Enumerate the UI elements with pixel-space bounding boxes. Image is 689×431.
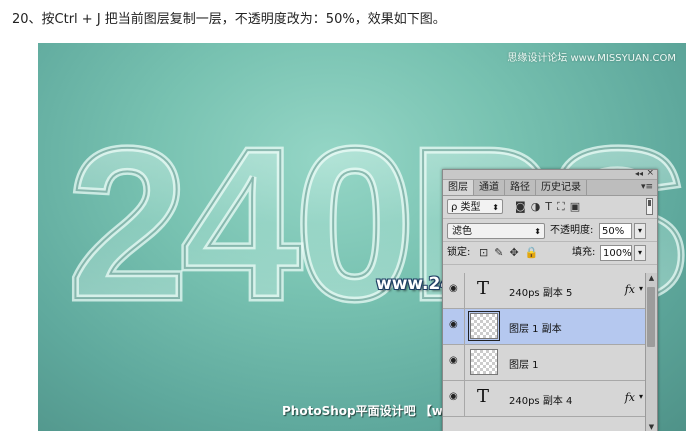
shape-filter-icon[interactable]: ⛶ <box>557 199 565 214</box>
eye-icon[interactable]: ◉ <box>449 356 461 366</box>
fill-label: 填充: <box>572 247 596 258</box>
scroll-up-arrow-icon[interactable]: ▲ <box>646 273 657 283</box>
lock-label: 锁定: <box>447 247 471 258</box>
fill-slider-button[interactable]: ▾ <box>634 245 646 261</box>
opacity-label: 不透明度: <box>550 225 594 236</box>
adjustment-filter-icon[interactable]: ◑ <box>531 199 541 214</box>
chevron-updown-icon: ⬍ <box>492 203 499 212</box>
opacity-slider-button[interactable]: ▾ <box>634 223 646 239</box>
layer-name: 240ps 副本 5 <box>509 288 573 299</box>
blend-row: 滤色 ⬍ 不透明度: 50% ▾ <box>443 219 657 242</box>
panel-title-bar[interactable]: ◂◂ × <box>443 170 657 180</box>
filter-toggle-switch[interactable] <box>646 198 653 215</box>
panel-menu-icon[interactable]: ▾≡ <box>641 180 653 195</box>
site-credit: 思缘设计论坛 www.MISSYUAN.COM <box>507 53 676 64</box>
layer-name: 图层 1 副本 <box>509 324 562 335</box>
text-layer-icon: T <box>477 386 490 407</box>
chevron-down-icon[interactable]: ▾ <box>639 284 643 293</box>
tab-layers[interactable]: 图层 <box>443 180 474 195</box>
tab-history[interactable]: 历史记录 <box>536 180 587 195</box>
filter-type-select[interactable]: ρ 类型 ⬍ <box>447 199 503 214</box>
scroll-down-arrow-icon[interactable]: ▼ <box>646 422 657 431</box>
blend-mode-value: 滤色 <box>452 226 472 237</box>
divider <box>464 345 465 380</box>
filter-icons: ◙ ◑ T ⛶ ▣ <box>515 199 580 214</box>
lock-image-brush-icon[interactable]: ✎ <box>494 245 503 261</box>
divider <box>464 273 465 308</box>
scrollbar-thumb[interactable] <box>647 287 655 347</box>
fx-icon[interactable]: fx <box>625 283 635 296</box>
fx-icon[interactable]: fx <box>625 391 635 404</box>
layers-panel: ◂◂ × 图层 通道 路径 历史记录 ▾≡ ρ 类型 ⬍ ◙ ◑ T ⛶ ▣ 滤… <box>442 169 658 431</box>
smart-object-filter-icon[interactable]: ▣ <box>570 199 580 214</box>
layer-name: 图层 1 <box>509 360 539 371</box>
eye-icon[interactable]: ◉ <box>449 320 461 330</box>
panel-tabs: 图层 通道 路径 历史记录 ▾≡ <box>443 180 657 196</box>
layer-row[interactable]: ◉ T 240ps 副本 4 fx ▾ <box>443 381 645 417</box>
layer-row[interactable]: ◉ T 240ps 副本 5 fx ▾ <box>443 273 645 309</box>
tab-paths[interactable]: 路径 <box>505 180 536 195</box>
layers-list: ◉ T 240ps 副本 5 fx ▾ ◉ 图层 1 副本 ◉ 图层 1 ◉ T… <box>443 273 645 431</box>
type-filter-icon[interactable]: T <box>545 199 552 214</box>
lock-transparent-icon[interactable]: ⊡ <box>479 245 488 261</box>
eye-icon[interactable]: ◉ <box>449 392 461 402</box>
divider <box>464 381 465 416</box>
lock-icons: ⊡ ✎ ✥ 🔒 <box>479 245 538 261</box>
fill-input[interactable]: 100% <box>600 245 632 261</box>
layer-row-selected[interactable]: ◉ 图层 1 副本 <box>443 309 645 345</box>
close-icon[interactable]: × <box>646 170 654 178</box>
filter-type-label: ρ 类型 <box>451 202 481 213</box>
chevron-down-icon[interactable]: ▾ <box>639 392 643 401</box>
opacity-input[interactable]: 50% <box>599 223 632 239</box>
lock-all-icon[interactable]: 🔒 <box>525 245 539 261</box>
lock-position-move-icon[interactable]: ✥ <box>509 245 518 261</box>
filter-row: ρ 类型 ⬍ ◙ ◑ T ⛶ ▣ <box>443 196 657 219</box>
tab-channels[interactable]: 通道 <box>474 180 505 195</box>
pixel-filter-icon[interactable]: ◙ <box>515 199 526 214</box>
layer-row[interactable]: ◉ 图层 1 <box>443 345 645 381</box>
eye-icon[interactable]: ◉ <box>449 284 461 294</box>
instruction-text: 20、按Ctrl + J 把当前图层复制一层，不透明度改为：50%，效果如下图。 <box>12 12 446 27</box>
layers-scrollbar[interactable]: ▲ ▼ <box>645 273 657 431</box>
divider <box>464 309 465 344</box>
blend-mode-select[interactable]: 滤色 ⬍ <box>447 223 545 239</box>
chevron-updown-icon: ⬍ <box>534 227 541 236</box>
layer-name: 240ps 副本 4 <box>509 396 573 407</box>
collapse-arrows-icon[interactable]: ◂◂ <box>635 170 643 178</box>
text-layer-icon: T <box>477 278 490 299</box>
layer-thumbnail <box>470 349 498 375</box>
layer-thumbnail <box>468 311 500 341</box>
document-canvas[interactable]: 240PS 240PS 思缘设计论坛 www.MISSYUAN.COM www.… <box>38 43 686 431</box>
lock-row: 锁定: ⊡ ✎ ✥ 🔒 填充: 100% ▾ <box>443 242 657 265</box>
